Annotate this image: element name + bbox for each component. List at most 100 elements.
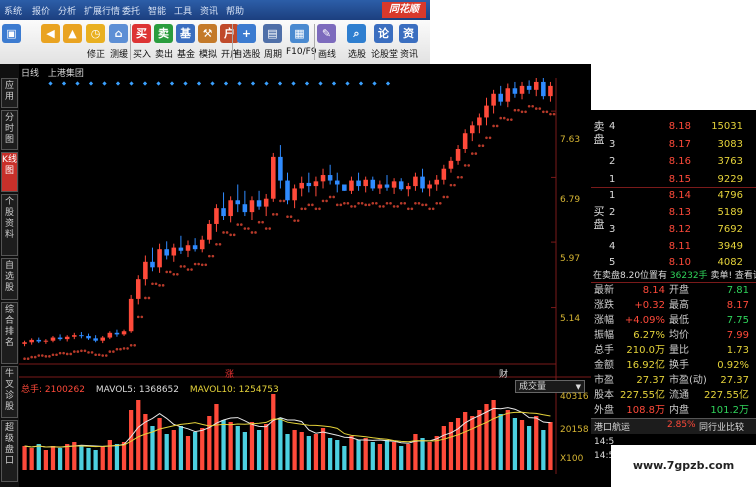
large-order-notice[interactable]: 在卖盘8.20位置有 36232手 卖单! 查看详细 <box>593 268 756 281</box>
buy-icon: 买 <box>132 24 151 43</box>
stop-dot <box>215 243 218 246</box>
sector-bar[interactable]: 港口航运 2.85% 同行业比较 <box>591 418 756 434</box>
news-button[interactable]: 资资讯 <box>398 21 420 63</box>
candle-body <box>121 331 127 335</box>
stop-dot <box>375 201 378 205</box>
period-button[interactable]: ▤ 周期 <box>261 21 285 63</box>
menu-system[interactable]: 系统 <box>4 4 22 17</box>
measure-button[interactable]: ⌂ 测缓 <box>107 21 131 63</box>
ask-row[interactable]: 4 8.18 15031 <box>591 120 756 133</box>
menu-news[interactable]: 资讯 <box>200 4 218 17</box>
volume-total: 总手: 2100262 <box>21 385 85 395</box>
menu-bar: 系统 报价 分析 扩展行情 委托 智能 工具 资讯 帮助 同花顺 <box>0 0 430 20</box>
tab-ranking[interactable]: 综合排名 <box>1 302 18 364</box>
stop-dot <box>44 355 48 358</box>
signal-diamond <box>196 81 202 86</box>
f10-button[interactable]: ▦ F10/F9 <box>286 21 317 63</box>
sector-name[interactable]: 港口航运 <box>594 420 630 433</box>
stock-select-button[interactable]: ⌕ 选股 <box>345 21 369 63</box>
signal-diamond <box>61 81 67 86</box>
stat-value: 0.92% <box>717 360 749 371</box>
signal-diamond <box>129 81 134 86</box>
volume-bar <box>107 440 112 470</box>
menu-tools[interactable]: 工具 <box>174 4 192 17</box>
volume-bar <box>50 446 56 470</box>
candle-body <box>22 342 27 344</box>
candle-body <box>342 184 347 191</box>
kline-chart[interactable]: 日线 上港集团 7.63 6.79 5.97 5.14 涨 财 总手: 2100… <box>19 64 591 487</box>
stop-dot <box>517 108 520 112</box>
stat-key: 开盘 <box>669 285 689 296</box>
volume-bar <box>363 438 368 470</box>
stop-dot <box>296 219 300 222</box>
signal-diamond <box>75 81 80 86</box>
tab-kline[interactable]: K线图 <box>1 152 18 192</box>
stop-dot <box>424 203 428 207</box>
bid-row[interactable]: 2 8.13 5189 <box>591 206 756 219</box>
menu-quote[interactable]: 报价 <box>32 4 50 17</box>
stop-dot <box>463 164 467 167</box>
ask-row[interactable]: 3 8.17 3083 <box>591 138 756 151</box>
tab-stock-profile[interactable]: 个股资料 <box>1 194 18 256</box>
mavol10-label: MAVOL10: 1254753 <box>189 385 279 395</box>
volume-bar <box>377 444 383 470</box>
stop-dot <box>396 205 399 208</box>
volume-bar <box>29 448 34 470</box>
stop-dot <box>314 207 318 211</box>
draw-line-button[interactable]: ✎ 画线 <box>315 21 339 63</box>
fund-label: 基金 <box>176 50 195 60</box>
volume-bar <box>356 440 361 470</box>
stop-dot <box>311 203 314 207</box>
home-button[interactable]: ▣ <box>2 21 22 63</box>
signal-diamond <box>169 81 175 86</box>
back-button[interactable]: ◀ <box>40 21 62 63</box>
tab-intraday[interactable]: 分时图 <box>1 110 18 150</box>
bid-row[interactable]: 1 8.14 4796 <box>591 189 756 202</box>
ask-level: 3 <box>609 139 616 150</box>
event-marker-up[interactable]: 涨 <box>225 367 234 380</box>
bid-row[interactable]: 3 8.12 7692 <box>591 223 756 236</box>
bid-row[interactable]: 4 8.11 3949 <box>591 240 756 253</box>
watchlist-button[interactable]: + 自选股 <box>233 21 261 63</box>
candle-body <box>178 247 184 251</box>
menu-extended[interactable]: 扩展行情 <box>84 4 120 17</box>
fix-button[interactable]: ◷ 修正 <box>84 21 108 63</box>
event-marker-fin[interactable]: 财 <box>499 367 508 380</box>
menu-smart[interactable]: 智能 <box>148 4 166 17</box>
candle-body <box>427 184 432 189</box>
tab-diagnosis[interactable]: 牛叉诊股 <box>1 366 18 418</box>
large-order-tail[interactable]: 卖单! 查看详细 <box>710 271 756 281</box>
up-button[interactable]: ▲ <box>62 21 84 63</box>
candle-body <box>93 338 98 341</box>
fix-label: 修正 <box>86 50 105 60</box>
stop-dot <box>122 347 126 350</box>
candle-body <box>334 180 340 185</box>
f10-label: F10/F9 <box>286 47 317 57</box>
tab-super-panel[interactable]: 超级盘口 <box>1 420 18 482</box>
candle-body <box>207 223 212 240</box>
forum-button[interactable]: 论论股堂 <box>371 21 398 63</box>
menu-order[interactable]: 委托 <box>122 4 140 17</box>
ask-row[interactable]: 1 8.15 9229 <box>591 173 756 186</box>
buy-button[interactable]: 买买入 <box>131 21 153 63</box>
volume-bar <box>157 418 162 470</box>
tab-watchlist[interactable]: 自选股 <box>1 258 18 300</box>
candle-body <box>107 332 113 338</box>
menu-analysis[interactable]: 分析 <box>58 4 76 17</box>
volume-bar <box>548 422 553 470</box>
menu-help[interactable]: 帮助 <box>226 4 244 17</box>
bid-volume: 7692 <box>717 224 743 235</box>
stop-dot <box>364 203 367 207</box>
ask-row[interactable]: 2 8.16 3763 <box>591 155 756 168</box>
compare-link[interactable]: 同行业比较 <box>699 420 744 433</box>
fund-button[interactable]: 基基金 <box>175 21 197 63</box>
candle-body <box>384 184 390 188</box>
simulate-button[interactable]: ⚒ 模拟 <box>197 21 219 63</box>
stat-key: 外盘 <box>594 405 614 416</box>
stop-dot <box>168 270 172 274</box>
stop-dot <box>328 195 332 199</box>
stop-dot <box>147 296 151 300</box>
tab-apps[interactable]: 应用 <box>1 78 18 108</box>
sell-button[interactable]: 卖卖出 <box>153 21 175 63</box>
stop-dot <box>165 270 168 274</box>
